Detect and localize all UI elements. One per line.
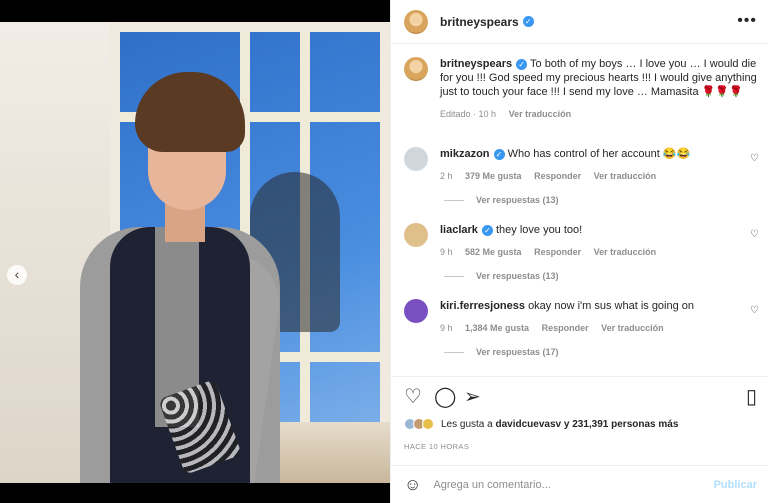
post-caption: britneyspears ✓ To both of my boys … I lo…: [404, 57, 759, 121]
avatar[interactable]: [404, 223, 428, 247]
comment-time: 9 h: [440, 247, 453, 257]
reply-button[interactable]: Responder: [534, 247, 581, 257]
verified-icon: ✓: [516, 58, 528, 70]
post-username[interactable]: britneyspears: [440, 15, 519, 29]
comment-likes[interactable]: 582 Me gusta: [465, 247, 522, 257]
see-translation-link[interactable]: Ver traducción: [509, 109, 572, 119]
verified-icon: ✓: [493, 148, 505, 160]
add-comment-bar: ☺ Agrega un comentario... Publicar: [391, 465, 768, 503]
comment-item: mikzazon ✓ Who has control of her account…: [404, 147, 759, 183]
view-replies-button[interactable]: Ver respuestas (13): [444, 271, 559, 281]
top-letterbox: [0, 0, 390, 22]
likes-count[interactable]: y 231,391 personas más: [561, 419, 679, 430]
comment-time: 2 h: [440, 171, 453, 181]
heart-icon[interactable]: ♡: [750, 229, 759, 240]
post-header: britneyspears ✓ •••: [391, 0, 768, 44]
comment-body: mikzazon ✓ Who has control of her account…: [440, 147, 690, 183]
comment-icon[interactable]: ◯: [434, 386, 456, 408]
heart-icon[interactable]: ♡: [750, 305, 759, 316]
comment-meta: 2 h 379 Me gusta Responder Ver traducció…: [440, 169, 690, 183]
more-horizontal-icon[interactable]: •••: [737, 12, 757, 30]
comment-body: liaclark ✓ they love you too! 9 h 582 Me …: [440, 223, 666, 259]
bottom-letterbox: [0, 483, 390, 503]
caption-username[interactable]: britneyspears: [440, 58, 512, 70]
heart-icon[interactable]: ♡: [404, 386, 422, 408]
likes-text: Les gusta a davidcuevasv y 231,391 perso…: [441, 419, 678, 430]
instagram-post-view: ‹ britneyspears ✓ ••• britneyspears ✓ To …: [0, 0, 768, 503]
comment-username[interactable]: liaclark: [440, 224, 478, 236]
verified-icon: ✓: [522, 16, 534, 27]
comment-username[interactable]: mikzazon: [440, 148, 490, 160]
avatar[interactable]: [404, 57, 428, 81]
caption-meta: Editado · 10 h Ver traducción: [440, 107, 759, 121]
comment-text: they love you too!: [495, 224, 583, 236]
comment-username[interactable]: kiri.ferresjoness: [440, 300, 525, 312]
see-translation-link[interactable]: Ver traducción: [601, 323, 664, 333]
view-replies-button[interactable]: Ver respuestas (13): [444, 195, 559, 205]
likes-prefix: Les gusta a: [441, 418, 496, 430]
replies-label: Ver respuestas (13): [476, 195, 559, 205]
send-icon[interactable]: ➢: [464, 386, 481, 408]
comment-likes[interactable]: 1,384 Me gusta: [465, 323, 529, 333]
likes-summary: Les gusta a davidcuevasv y 231,391 perso…: [404, 418, 678, 430]
post-actions: ♡ ◯ ➢ ▯: [391, 376, 768, 416]
comment-time: 9 h: [440, 323, 453, 333]
reply-button[interactable]: Responder: [534, 171, 581, 181]
verified-icon: ✓: [481, 224, 493, 236]
comment-meta: 9 h 1,384 Me gusta Responder Ver traducc…: [440, 321, 694, 335]
replies-label: Ver respuestas (13): [476, 271, 559, 281]
comment-meta: 9 h 582 Me gusta Responder Ver traducció…: [440, 245, 666, 259]
avatar[interactable]: [404, 9, 428, 34]
comment-item: kiri.ferresjoness okay now i'm sus what …: [404, 299, 759, 335]
bookmark-icon[interactable]: ▯: [746, 386, 757, 408]
heart-icon[interactable]: ♡: [750, 153, 759, 164]
replies-line: [444, 275, 464, 277]
reply-button[interactable]: Responder: [542, 323, 589, 333]
avatar[interactable]: [404, 299, 428, 323]
edited-label: Editado · 10 h: [440, 109, 497, 119]
replies-line: [444, 351, 464, 353]
view-replies-button[interactable]: Ver respuestas (17): [444, 347, 559, 357]
comment-body: kiri.ferresjoness okay now i'm sus what …: [440, 299, 694, 335]
avatar: [422, 418, 434, 430]
replies-label: Ver respuestas (17): [476, 347, 559, 357]
emoji-icon[interactable]: ☺: [404, 475, 421, 495]
replies-line: [444, 199, 464, 201]
see-translation-link[interactable]: Ver traducción: [594, 171, 657, 181]
chevron-left-icon[interactable]: ‹: [7, 265, 27, 285]
post-side-panel: britneyspears ✓ ••• britneyspears ✓ To bo…: [390, 0, 768, 503]
comment-input[interactable]: Agrega un comentario...: [433, 479, 713, 491]
see-translation-link[interactable]: Ver traducción: [594, 247, 657, 257]
comment-text: Who has control of her account 😂😂: [507, 148, 691, 160]
post-timestamp[interactable]: HACE 10 HORAS: [404, 442, 469, 451]
comment-likes[interactable]: 379 Me gusta: [465, 171, 522, 181]
post-photo[interactable]: ‹: [0, 22, 390, 483]
likes-user-link[interactable]: davidcuevasv: [495, 419, 561, 430]
publish-button[interactable]: Publicar: [714, 479, 757, 491]
caption-body: britneyspears ✓ To both of my boys … I lo…: [440, 57, 759, 121]
comment-text: okay now i'm sus what is going on: [528, 300, 695, 312]
comment-item: liaclark ✓ they love you too! 9 h 582 Me …: [404, 223, 759, 259]
avatar[interactable]: [404, 147, 428, 171]
